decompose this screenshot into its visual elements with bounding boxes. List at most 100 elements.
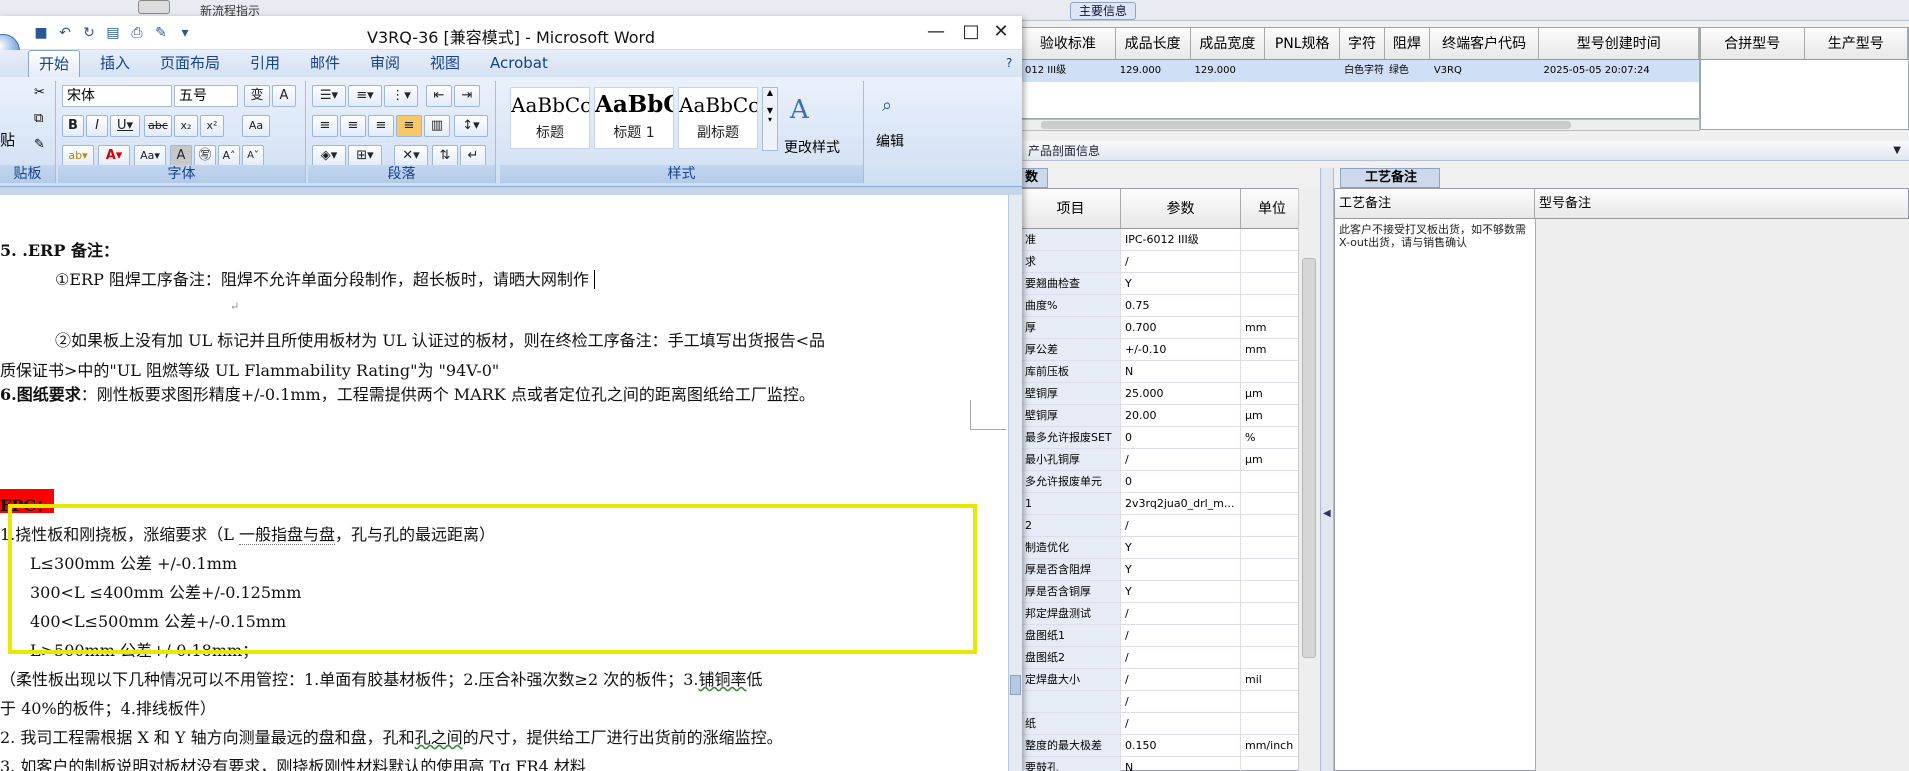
col-header[interactable]: 项目	[1021, 189, 1121, 228]
font-name-select[interactable]: 宋体	[62, 85, 172, 107]
change-case-icon[interactable]: Aa▾	[134, 145, 166, 167]
table-row[interactable]: 定焊盘大小/milY	[1021, 669, 1319, 691]
italic-button[interactable]: I	[86, 115, 108, 137]
col-header[interactable]: PNL规格	[1265, 28, 1341, 59]
table-row[interactable]: 最小孔铜厚/μmY	[1021, 449, 1319, 471]
grow-font-icon[interactable]: A˄	[218, 145, 240, 167]
chinese-layout-icon[interactable]: ✕▾	[394, 145, 428, 167]
table-row[interactable]: 整度的最大极差0.150mm/inchY	[1021, 735, 1319, 757]
subscript-button[interactable]: x₂	[174, 115, 198, 137]
find-icon[interactable]: ⌕	[882, 95, 892, 116]
minimize-button[interactable]: —	[916, 20, 956, 44]
splitter-arrow-icon[interactable]: ◀	[1323, 508, 1331, 519]
tab-process-notes[interactable]: 工艺备注	[1340, 168, 1440, 188]
table-row[interactable]: 多允许报废单元0Y	[1021, 471, 1319, 493]
col-header[interactable]: 成品宽度	[1191, 28, 1266, 59]
tab-insert[interactable]: 插入	[90, 50, 140, 77]
increase-indent-icon[interactable]: ⇥	[454, 85, 480, 107]
table-row[interactable]: 厚是否含阻焊YY	[1021, 559, 1319, 581]
align-right-icon[interactable]: ≡	[368, 115, 394, 137]
style-subtitle[interactable]: AaBbCc 副标题	[678, 87, 758, 149]
table-row[interactable]: /Y	[1021, 691, 1319, 713]
table-row[interactable]: 邦定焊盘测试/Y	[1021, 603, 1319, 625]
scroll-thumb[interactable]	[1041, 121, 1571, 129]
change-styles-icon[interactable]: A	[790, 95, 820, 125]
phonetic-icon[interactable]: 变	[244, 85, 270, 107]
panel-splitter[interactable]: ◀	[1320, 168, 1334, 771]
enclose-char-icon[interactable]: ㊢	[194, 145, 216, 167]
scroll-thumb[interactable]	[1010, 675, 1021, 695]
col-header[interactable]: 终端客户代码	[1430, 28, 1540, 59]
change-styles-label[interactable]: 更改样式	[784, 137, 840, 157]
edit-label[interactable]: 编辑	[876, 131, 904, 151]
col-header[interactable]: 参数	[1121, 189, 1241, 228]
align-left-icon[interactable]: ≡	[312, 115, 338, 137]
sort-icon[interactable]: ⇅	[432, 145, 458, 167]
table-row[interactable]: 准IPC-6012 III级Y	[1021, 229, 1319, 251]
col-header[interactable]: 成品长度	[1116, 28, 1191, 59]
shading-icon[interactable]: ◈▾	[312, 145, 346, 167]
copy-icon[interactable]: ⧉	[34, 111, 43, 126]
main-info-tab[interactable]: 主要信息	[1070, 2, 1136, 20]
col-header[interactable]: 验收标准	[1021, 28, 1116, 59]
char-border-icon[interactable]: A	[272, 85, 296, 107]
table-row[interactable]: 厚公差+/-0.10mmY	[1021, 339, 1319, 361]
show-marks-icon[interactable]: ↵	[460, 145, 486, 167]
col-header[interactable]: 字符	[1340, 28, 1385, 59]
bold-button[interactable]: B	[62, 115, 84, 137]
table-row[interactable]: 厚是否含铜厚YY	[1021, 581, 1319, 603]
table-row[interactable]: 盘图纸1/Y	[1021, 625, 1319, 647]
font-size-select[interactable]: 五号	[174, 85, 238, 107]
table-row[interactable]: 曲度%0.75Y	[1021, 295, 1319, 317]
distributed-icon[interactable]: ▥	[424, 115, 450, 137]
style-heading-1[interactable]: AaBbC 标题 1	[594, 87, 674, 149]
char-shading-icon[interactable]: A	[170, 145, 192, 167]
table-row[interactable]: 库前压板NY	[1021, 361, 1319, 383]
strikethrough-button[interactable]: abc	[144, 115, 172, 137]
align-center-icon[interactable]: ≡	[340, 115, 366, 137]
col-header[interactable]: 阻焊	[1385, 28, 1430, 59]
close-button[interactable]: ✕	[981, 20, 1021, 44]
table-row[interactable]: 壁铜厚25.000μmY	[1021, 383, 1319, 405]
multilevel-icon[interactable]: ⋮▾	[384, 85, 418, 107]
col-header[interactable]: 型号创建时间	[1539, 28, 1700, 59]
table-row[interactable]: 厚0.700mmY	[1021, 317, 1319, 339]
tab-mailings[interactable]: 邮件	[300, 50, 350, 77]
help-icon[interactable]: ?	[996, 50, 1022, 77]
line-spacing-icon[interactable]: ↕▾	[454, 115, 488, 137]
shrink-font-icon[interactable]: A˅	[242, 145, 264, 167]
vertical-scrollbar[interactable]	[1298, 188, 1320, 771]
tab-review[interactable]: 审阅	[360, 50, 410, 77]
table-row[interactable]: 纸/Y	[1021, 713, 1319, 735]
clear-format-icon[interactable]: Aa	[242, 115, 270, 137]
col-header[interactable]: 单位	[1241, 189, 1304, 228]
bullets-icon[interactable]: ☰▾	[312, 85, 346, 107]
paste-label[interactable]: 贴	[0, 129, 15, 150]
numbering-icon[interactable]: ≡▾	[348, 85, 382, 107]
tab-params[interactable]: 数	[1020, 168, 1048, 188]
col-header[interactable]: 生产型号	[1805, 28, 1908, 59]
tab-acrobat[interactable]: Acrobat	[480, 50, 558, 77]
table-row[interactable]: 要鼓孔NY	[1021, 757, 1319, 771]
cut-icon[interactable]: ✂	[34, 85, 45, 100]
vertical-scrollbar[interactable]	[1008, 195, 1022, 771]
styles-scroll[interactable]: ▲ ▼ ▾	[762, 87, 778, 151]
font-color-icon[interactable]: A▾	[98, 145, 130, 167]
underline-button[interactable]: U▾	[110, 115, 140, 137]
process-note-text[interactable]: 此客户不接受打叉板出货，如不够数需X-out出货，请与销售确认	[1335, 219, 1535, 253]
highlight-icon[interactable]: ab▾	[62, 145, 94, 167]
table-row[interactable]: 壁铜厚20.00μmY	[1021, 405, 1319, 427]
table-row[interactable]: 2/Y	[1021, 515, 1319, 537]
tab-references[interactable]: 引用	[240, 50, 290, 77]
collapse-icon[interactable]: ▼	[1893, 141, 1901, 161]
scroll-thumb[interactable]	[1302, 258, 1316, 658]
horizontal-scrollbar[interactable]	[1020, 119, 1700, 131]
document-body[interactable]: 5. .ERP 备注： ①ERP 阻焊工序备注：阻焊不允许单面分段制作，超长板时…	[0, 195, 1008, 771]
table-row[interactable]: 12v3rq2jua0_drl_m...Y	[1021, 493, 1319, 515]
model-note-field[interactable]	[1535, 219, 1909, 771]
tab-view[interactable]: 视图	[420, 50, 470, 77]
table-row[interactable]: 最多允许报废SET0%Y	[1021, 427, 1319, 449]
decrease-indent-icon[interactable]: ⇤	[426, 85, 452, 107]
superscript-button[interactable]: x²	[200, 115, 224, 137]
col-header[interactable]: 合拼型号	[1701, 28, 1805, 59]
